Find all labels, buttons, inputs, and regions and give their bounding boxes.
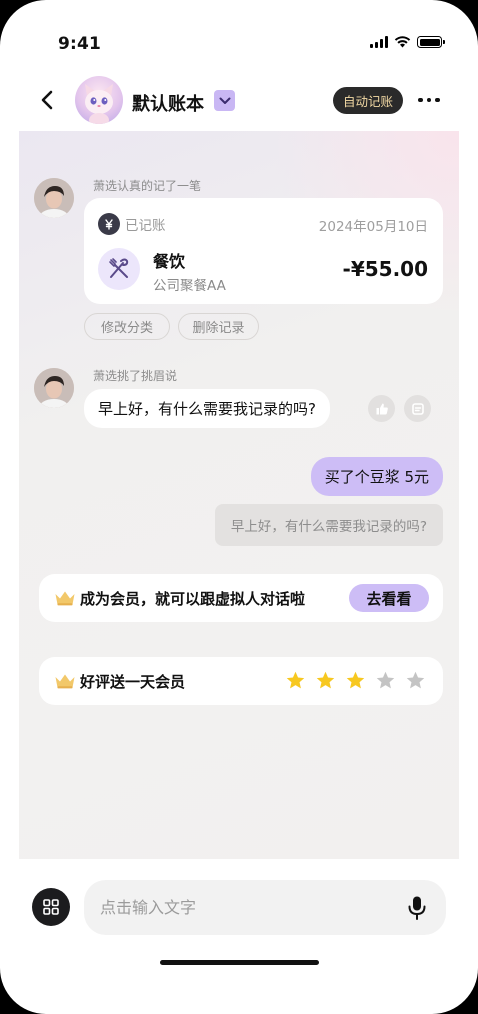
apps-button[interactable] [32,888,70,926]
record-date: 2024年05月10日 [318,219,428,235]
ledger-dropdown-button[interactable] [214,90,235,111]
microphone-icon[interactable] [406,895,428,921]
yuan-icon [98,213,120,235]
chat-area[interactable]: 萧选认真的记了一笔 已记账 2024年05月10日 餐饮 公司聚餐AA -¥55… [19,131,459,859]
signal-icon [370,36,388,48]
assistant-avatar[interactable] [75,76,123,124]
record-status-label: 已记账 [125,218,166,234]
wifi-icon [394,36,411,48]
record-amount: -¥55.00 [342,257,428,281]
delete-record-button[interactable]: 删除记录 [178,313,259,340]
chevron-down-icon [219,97,230,104]
header: 默认账本 自动记账 [0,72,478,128]
sender-name: 萧选认真的记了一笔 [93,179,202,193]
status-icons [370,36,445,48]
record-status: 已记账 [98,213,166,235]
assistant-avatar [34,368,74,408]
record-category: 餐饮 [153,252,186,271]
view-membership-button[interactable]: 去看看 [349,584,429,612]
message-input-box[interactable] [84,880,446,935]
star-icon[interactable] [285,670,306,691]
membership-banner: 成为会员，就可以跟虚拟人对话啦 去看看 [39,574,443,622]
record-card[interactable]: 已记账 2024年05月10日 餐饮 公司聚餐AA -¥55.00 [84,198,443,304]
back-icon[interactable] [36,88,60,112]
like-button[interactable] [368,395,395,422]
crown-icon [55,591,75,606]
sender-name: 萧选挑了挑眉说 [93,369,178,383]
grid-icon [43,899,59,915]
dining-icon [98,248,140,290]
status-time: 9:41 [58,34,102,54]
thumbs-up-icon [376,403,388,414]
quoted-reply: 早上好，有什么需要我记录的吗? [214,504,443,546]
star-icon[interactable] [315,670,336,691]
person-avatar-icon [34,368,74,408]
home-indicator [160,960,319,965]
auto-record-button[interactable]: 自动记账 [333,87,403,114]
note-icon [411,402,424,415]
user-message-bubble: 买了个豆浆 5元 [310,457,443,496]
battery-icon [417,36,445,48]
membership-text: 成为会员，就可以跟虚拟人对话啦 [80,590,306,608]
message-input[interactable] [100,880,390,935]
person-avatar-icon [34,178,74,218]
star-icon[interactable] [405,670,426,691]
star-icon[interactable] [345,670,366,691]
assistant-message-bubble: 早上好，有什么需要我记录的吗? [84,389,330,428]
phone-screen: 9:41 默认账本 自动记账 萧选认真的记了一笔 已记账 2024年05月10日… [0,0,478,1014]
review-text: 好评送一天会员 [80,673,186,691]
record-note: 公司聚餐AA [153,278,226,294]
edit-category-button[interactable]: 修改分类 [84,313,170,340]
ledger-title[interactable]: 默认账本 [132,90,204,116]
star-rating[interactable] [285,670,426,691]
crown-icon [55,674,75,689]
star-icon[interactable] [375,670,396,691]
review-banner: 好评送一天会员 [39,657,443,705]
cat-avatar-icon [85,84,113,124]
more-icon[interactable] [416,88,442,112]
note-button[interactable] [404,395,431,422]
assistant-avatar [34,178,74,218]
